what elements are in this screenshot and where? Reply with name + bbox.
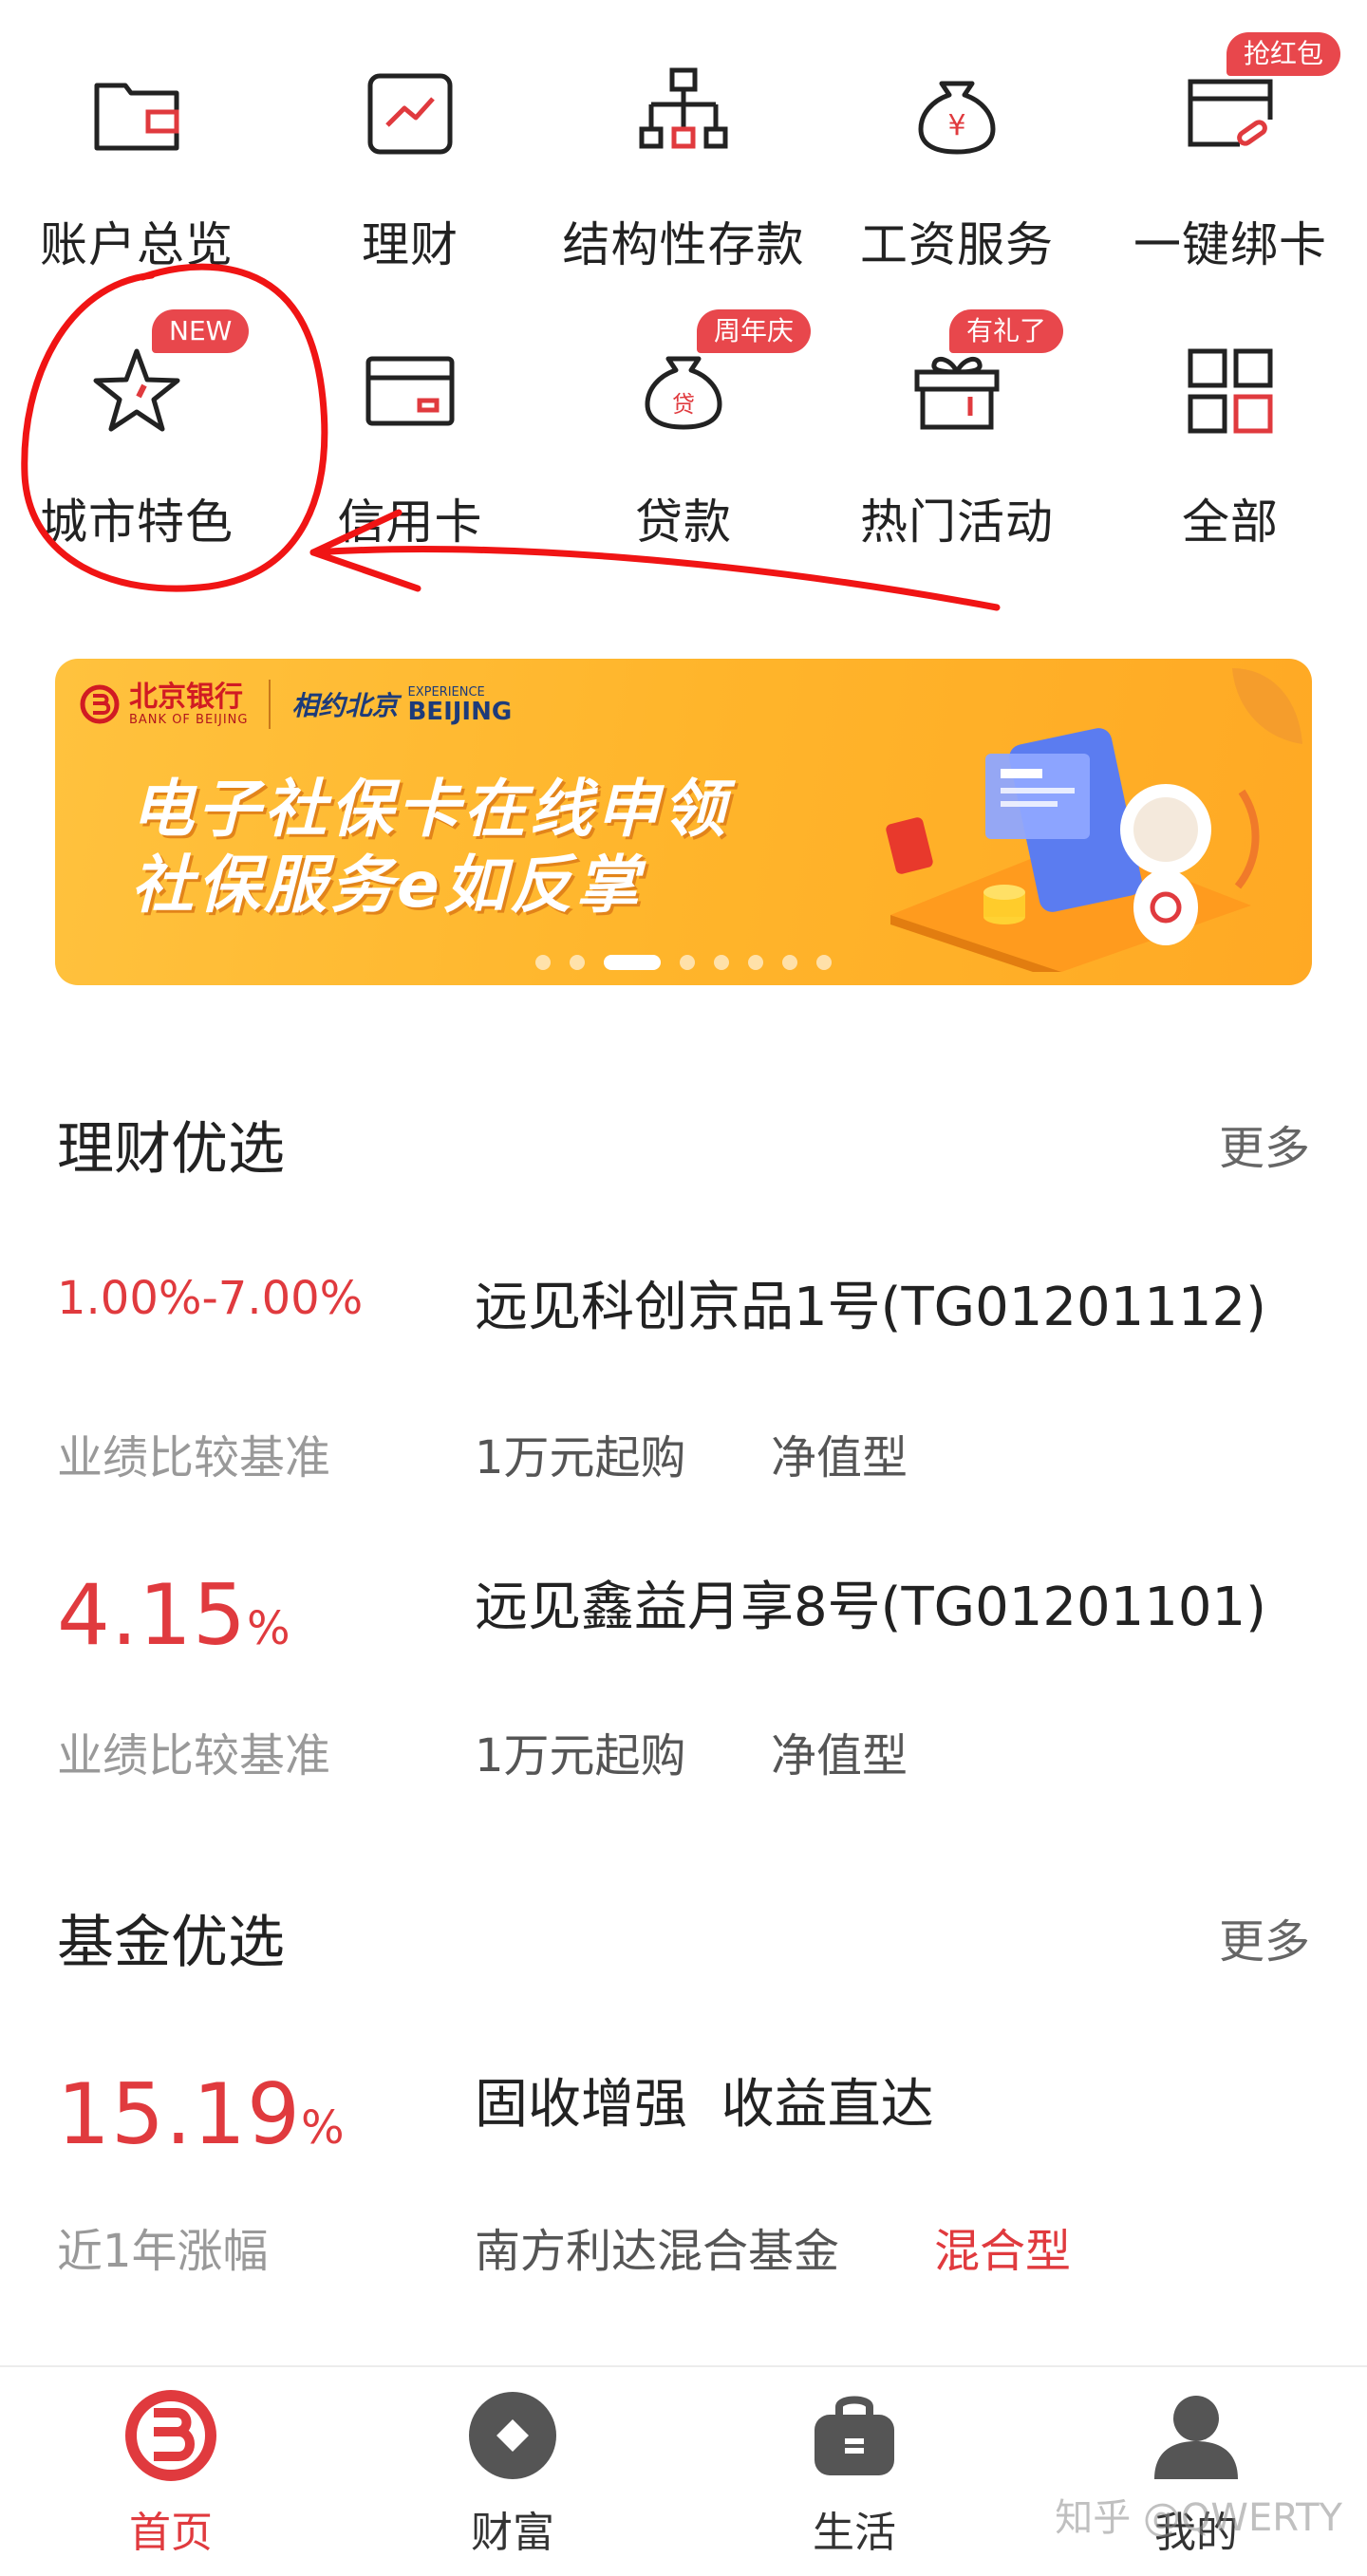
menu-item-wealth[interactable]: 理财 [273,38,547,315]
loan-bag-icon: 贷 [645,356,722,430]
fund-more-link[interactable]: 更多 [1219,1904,1310,1970]
menu-item-salary-service[interactable]: ¥ 工资服务 [820,38,1094,315]
menu-item-loan[interactable]: 贷 周年庆 贷款 [547,309,820,592]
menu-item-all[interactable]: 全部 [1094,315,1367,592]
product-name: 远见鑫益月享8号(TG01201101) [475,1577,1266,1638]
quick-menu-row-2: NEW 城市特色 信用卡 贷 周年庆 贷款 有礼了 热门活动 全部 [0,309,1367,592]
menu-item-credit-card[interactable]: 信用卡 [273,315,547,592]
promo-banner[interactable]: 北京银行 BANK OF BEIJING 相约北京 EXPERIENCE BEI… [55,659,1312,985]
svg-text:¥: ¥ [947,109,965,142]
quick-menu-grid: 账户总览 理财 结构性存款 ¥ 工资服务 抢红包 一键绑卡 NEW 城市特色 信… [0,32,1367,592]
menu-label: 热门活动 [860,495,1054,550]
menu-label: 全部 [1182,495,1279,550]
menu-label: 理财 [362,217,459,272]
wealth-section-title: 理财优选 [57,1116,285,1183]
product-name: 远见科创京品1号(TG01201112) [475,1277,1266,1338]
product-rate-unit: % [246,1602,291,1655]
product-rate-label: 业绩比较基准 [57,1729,331,1783]
carousel-dot[interactable] [680,955,695,970]
bank-logo-icon [80,684,120,724]
carousel-dot[interactable] [748,955,763,970]
profile-icon [1154,2396,1238,2479]
badge-new: NEW [152,309,250,353]
product-min-amount: 1万元起购 [475,1729,686,1783]
product-rate-label: 业绩比较基准 [57,1431,331,1484]
grid-all-icon [1188,348,1273,434]
tab-home[interactable]: 首页 [0,2367,342,2576]
fund-rate-unit: % [300,2101,346,2155]
org-structure-icon [639,67,728,149]
tab-label: 生活 [813,2509,896,2557]
fund-rate-value: 15.19 [57,2065,301,2163]
fund-type: 混合型 [934,2225,1072,2278]
partner-cn: 相约北京 [291,690,399,721]
fund-slogan: 固收增强 收益直达 [475,2074,934,2136]
trend-chart-icon [367,73,453,155]
partner-en-bottom: BEIJING [407,697,513,726]
bank-name-en: BANK OF BEIJING [129,712,249,727]
gift-icon [914,356,1000,430]
menu-item-account-overview[interactable]: 账户总览 [0,38,273,315]
money-bag-icon: ¥ [918,81,996,155]
product-rate-range: 1.00%-7.00% [57,1272,364,1325]
credit-card-icon [365,356,455,426]
menu-label: 账户总览 [40,217,234,272]
bank-name-cn: 北京银行 [129,680,243,714]
card-link-icon [1188,79,1273,147]
product-rate-value: 4.15 [57,1566,247,1664]
fund-section-title: 基金优选 [57,1910,285,1976]
menu-item-structured-deposit[interactable]: 结构性存款 [547,38,820,315]
bottom-tab-bar: 首页 财富 生活 我的 [0,2365,1367,2576]
menu-label: 工资服务 [860,217,1054,272]
badge-gift: 有礼了 [949,309,1064,353]
menu-item-city-feature[interactable]: NEW 城市特色 [0,309,273,592]
bank-logo-icon [125,2390,216,2481]
watermark: 知乎 @QWERTY [1055,2496,1342,2540]
carousel-dot[interactable] [782,955,797,970]
logo-divider [269,680,272,729]
tab-mine[interactable]: 我的 [1025,2367,1367,2576]
tab-wealth[interactable]: 财富 [342,2367,684,2576]
fund-rate-label: 近1年涨幅 [57,2225,269,2278]
life-bag-icon [815,2396,894,2475]
wealth-icon [469,2392,556,2479]
quick-menu-row-1: 账户总览 理财 结构性存款 ¥ 工资服务 抢红包 一键绑卡 [0,32,1367,315]
bank-name-block: 北京银行 BANK OF BEIJING [129,680,249,727]
menu-item-hot-events[interactable]: 有礼了 热门活动 [820,309,1094,592]
autumn-leaf-decoration [1232,668,1302,744]
menu-label: 城市特色 [40,495,234,550]
tab-life[interactable]: 生活 [684,2367,1025,2576]
carousel-dot[interactable] [535,955,551,970]
fund-rate: 15.19% [57,2065,346,2163]
product-min-amount: 1万元起购 [475,1431,686,1484]
banner-headline-2: 社保服务e如反掌 [131,849,643,922]
banner-logo-row: 北京银行 BANK OF BEIJING 相约北京 EXPERIENCE BEI… [80,680,512,729]
menu-item-quick-bind-card[interactable]: 抢红包 一键绑卡 [1094,32,1367,315]
svg-text:贷: 贷 [672,391,695,418]
fund-name: 南方利达混合基金 [475,2225,840,2278]
star-icon [93,348,180,432]
product-rate: 4.15% [57,1566,291,1664]
tab-label: 首页 [129,2509,213,2557]
menu-label: 一键绑卡 [1133,217,1327,272]
menu-label: 结构性存款 [562,217,805,272]
product-type: 净值型 [771,1431,908,1484]
partner-en-block: EXPERIENCE BEIJING [407,685,512,724]
tab-label: 财富 [471,2509,554,2557]
badge-red-packet: 抢红包 [1227,32,1341,76]
carousel-dot[interactable] [816,955,832,970]
carousel-dot[interactable] [714,955,729,970]
carousel-indicator[interactable] [55,955,1312,970]
product-type: 净值型 [771,1729,908,1783]
carousel-dot[interactable] [570,955,585,970]
badge-anniversary: 周年庆 [697,309,812,353]
carousel-dot-active[interactable] [604,955,661,970]
wealth-more-link[interactable]: 更多 [1219,1111,1310,1177]
menu-label: 贷款 [635,495,732,550]
wallet-icon [94,83,179,151]
menu-label: 信用卡 [337,495,483,550]
